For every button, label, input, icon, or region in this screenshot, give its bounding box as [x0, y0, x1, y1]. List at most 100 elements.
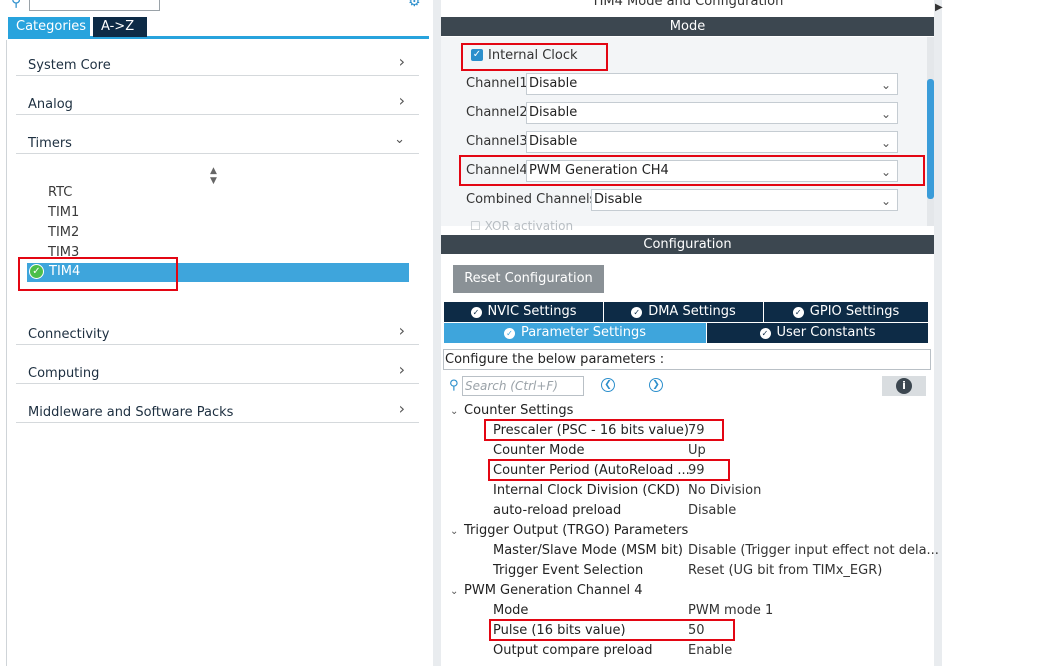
category-computing[interactable]: Computing › — [16, 356, 419, 384]
tab-nvic-settings[interactable]: ✓ NVIC Settings — [444, 302, 603, 322]
param-clock-division-value[interactable]: No Division — [688, 483, 761, 498]
check-circle-icon: ✓ — [631, 307, 643, 318]
combined-channels-select[interactable]: Disable ⌄ — [591, 189, 898, 211]
tab-label: NVIC Settings — [487, 304, 577, 319]
param-output-compare-preload: Output compare preload — [493, 643, 653, 658]
tab-parameter-settings[interactable]: ✓ Parameter Settings — [444, 323, 706, 343]
tab-a-to-z[interactable]: A->Z — [93, 17, 147, 37]
channel3-select[interactable]: Disable ⌄ — [526, 131, 898, 153]
check-circle-icon: ✓ — [470, 307, 482, 318]
param-output-compare-preload-value[interactable]: Enable — [688, 643, 732, 658]
select-value: Disable — [529, 76, 578, 91]
tab-user-constants[interactable]: ✓ User Constants — [707, 323, 928, 343]
xor-activation-partial: ☐ XOR activation — [470, 219, 574, 233]
highlight-box — [18, 257, 178, 291]
param-pwm-mode-value[interactable]: PWM mode 1 — [688, 603, 773, 618]
highlight-box — [461, 43, 608, 71]
search-input[interactable]: ⌄ — [29, 0, 160, 11]
splitter[interactable] — [433, 0, 441, 666]
previous-match-icon[interactable]: ❮ — [601, 378, 615, 392]
category-tab-strip: Categories A->Z — [8, 17, 429, 39]
group-title: PWM Generation Channel 4 — [464, 583, 643, 598]
tab-gpio-settings[interactable]: ✓ GPIO Settings — [764, 302, 928, 322]
search-icon[interactable]: ⚲ — [11, 0, 21, 10]
timer-item-tim2[interactable]: TIM2 — [48, 225, 79, 240]
highlight-box — [459, 155, 925, 186]
channel2-label: Channel2 — [466, 105, 528, 120]
param-trigger-event-value[interactable]: Reset (UG bit from TIMx_EGR) — [688, 563, 882, 578]
category-middleware[interactable]: Middleware and Software Packs › — [16, 395, 419, 423]
select-value: Disable — [529, 105, 578, 120]
group-pwm-channel-4[interactable]: ⌄ PWM Generation Channel 4 — [450, 583, 642, 598]
param-trigger-event: Trigger Event Selection — [493, 563, 644, 578]
param-auto-reload-preload-value[interactable]: Disable — [688, 503, 736, 518]
param-auto-reload-preload: auto-reload preload — [493, 503, 622, 518]
search-icon: ⚲ — [449, 378, 459, 393]
combined-channels-label: Combined Channels — [466, 192, 597, 207]
reset-configuration-button[interactable]: Reset Configuration — [453, 265, 604, 293]
tab-dma-settings[interactable]: ✓ DMA Settings — [604, 302, 763, 322]
chevron-down-icon: ⌄ — [450, 406, 459, 417]
param-clock-division: Internal Clock Division (CKD) — [493, 483, 681, 498]
chevron-down-icon: ⌄ — [880, 107, 891, 121]
check-circle-icon: ✓ — [759, 328, 771, 339]
next-match-icon[interactable]: ❯ — [649, 378, 663, 392]
chevron-right-icon: › — [398, 321, 405, 340]
mode-header: Mode — [441, 17, 934, 36]
tab-categories[interactable]: Categories — [8, 17, 90, 37]
channel1-label: Channel1 — [466, 76, 528, 91]
chevron-down-icon: ⌄ — [394, 132, 405, 147]
channel3-label: Channel3 — [466, 134, 528, 149]
highlight-box — [488, 459, 730, 481]
chevron-down-icon: ⌄ — [880, 136, 891, 150]
info-icon: i — [896, 378, 912, 394]
category-label: Analog — [28, 97, 73, 112]
timer-item-rtc[interactable]: RTC — [48, 185, 72, 200]
channel2-select[interactable]: Disable ⌄ — [526, 102, 898, 124]
category-connectivity[interactable]: Connectivity › — [16, 317, 419, 345]
chevron-down-icon[interactable]: ⌄ — [146, 0, 154, 3]
configuration-header: Configuration — [441, 235, 934, 254]
scrollbar-thumb[interactable] — [927, 79, 934, 199]
tab-label: User Constants — [776, 325, 876, 340]
chevron-down-icon: ⌄ — [450, 526, 459, 537]
chevron-down-icon: ⌄ — [880, 194, 891, 208]
category-label: Connectivity — [28, 327, 110, 342]
category-label: System Core — [28, 58, 111, 73]
check-circle-icon: ✓ — [503, 328, 515, 339]
tab-label: Parameter Settings — [520, 325, 647, 340]
param-counter-mode: Counter Mode — [493, 443, 585, 458]
chevron-down-icon: ⌄ — [880, 78, 891, 92]
param-pwm-mode: Mode — [493, 603, 529, 618]
left-panel: ⚲ ⌄ ⚙ Categories A->Z System Core › Anal… — [0, 0, 433, 666]
chevron-right-icon: › — [398, 399, 405, 418]
group-title: Counter Settings — [464, 403, 574, 418]
collapse-arrow-icon[interactable]: ▶ — [935, 2, 943, 13]
category-label: Middleware and Software Packs — [28, 405, 234, 420]
chevron-right-icon: › — [398, 360, 405, 379]
group-trigger-output[interactable]: ⌄ Trigger Output (TRGO) Parameters — [450, 523, 688, 538]
panel-border — [6, 40, 7, 666]
sort-icon[interactable]: ▲ ▼ — [210, 166, 217, 186]
group-counter-settings[interactable]: ⌄ Counter Settings — [450, 403, 573, 418]
param-master-slave-mode: Master/Slave Mode (MSM bit) — [493, 543, 683, 558]
info-button[interactable]: i — [882, 376, 926, 396]
category-analog[interactable]: Analog › — [16, 87, 419, 115]
param-counter-mode-value[interactable]: Up — [688, 443, 706, 458]
right-splitter[interactable]: ▶ — [934, 0, 943, 666]
highlight-box — [484, 419, 724, 441]
chevron-down-icon: ⌄ — [450, 586, 459, 597]
chevron-right-icon: › — [398, 52, 405, 71]
category-label: Computing — [28, 366, 100, 381]
chevron-right-icon: › — [398, 91, 405, 110]
parameter-search-input[interactable]: Search (Ctrl+F) — [462, 376, 584, 396]
category-label: Timers — [28, 136, 72, 151]
configure-hint: Configure the below parameters : — [443, 349, 931, 370]
param-master-slave-mode-value[interactable]: Disable (Trigger input effect not dela..… — [688, 543, 939, 558]
category-timers[interactable]: Timers ⌄ — [16, 126, 419, 154]
channel1-select[interactable]: Disable ⌄ — [526, 73, 898, 95]
gear-icon[interactable]: ⚙ — [408, 0, 421, 10]
category-system-core[interactable]: System Core › — [16, 48, 419, 76]
timer-item-tim1[interactable]: TIM1 — [48, 205, 79, 220]
mode-panel-title: TIM4 Mode and Configuration — [591, 0, 784, 9]
